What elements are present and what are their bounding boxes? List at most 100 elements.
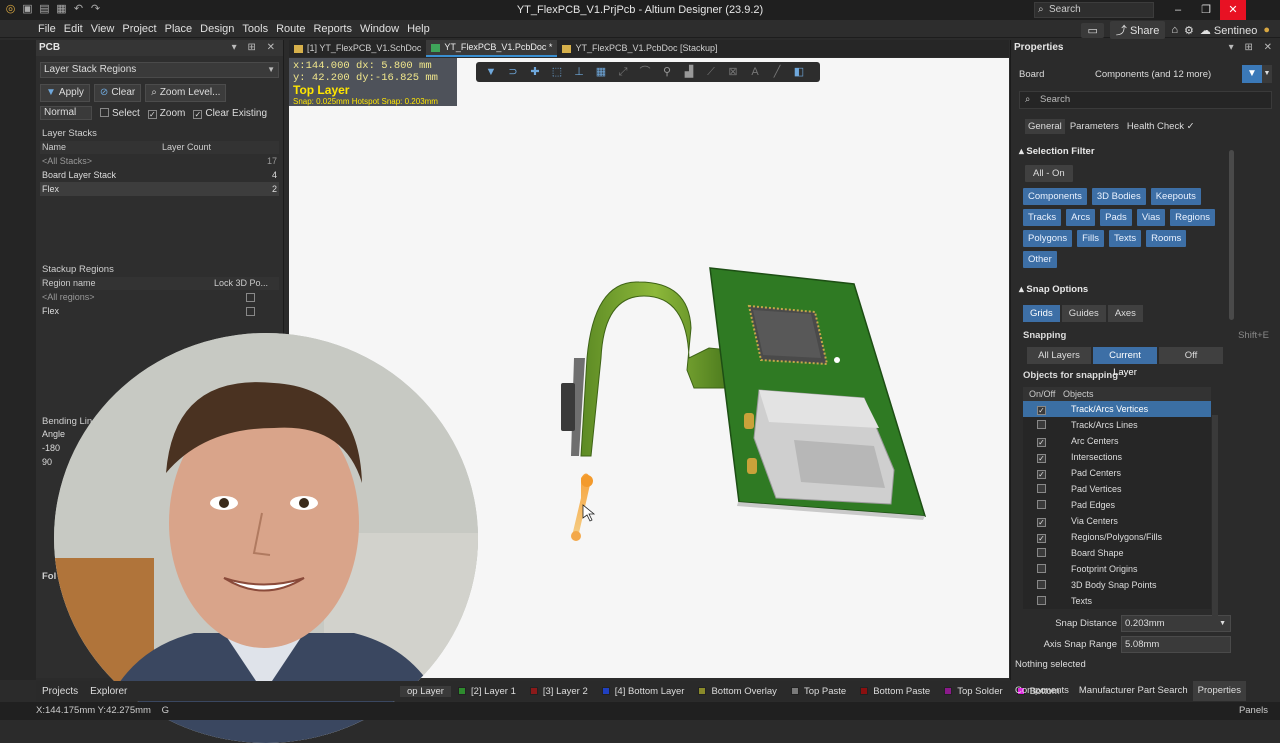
- checkbox-unchecked[interactable]: [1023, 497, 1063, 513]
- settings-icon[interactable]: ⚙: [1184, 24, 1194, 37]
- snap-axes-button[interactable]: Axes: [1107, 305, 1143, 322]
- home-icon[interactable]: ⌂: [1171, 24, 1178, 36]
- snap-object-row[interactable]: Footprint Origins: [1023, 561, 1211, 577]
- filter-components[interactable]: Components: [1023, 188, 1087, 205]
- restore-button[interactable]: ❐: [1192, 0, 1220, 20]
- tab-health-check[interactable]: Health Check ✓: [1124, 119, 1198, 134]
- tab-stackup[interactable]: YT_FlexPCB_V1.PcbDoc [Stackup]: [557, 40, 722, 57]
- table-row[interactable]: <All regions>: [40, 290, 279, 304]
- menu-edit[interactable]: Edit: [60, 22, 87, 36]
- table-row[interactable]: Flex 2: [40, 182, 279, 196]
- snap-object-row[interactable]: ✓ Via Centers: [1023, 513, 1211, 529]
- menu-project[interactable]: Project: [118, 22, 160, 36]
- snap-object-row[interactable]: 3D Body Snap Points: [1023, 577, 1211, 593]
- tab-explorer[interactable]: Explorer: [84, 686, 133, 697]
- layer-tab[interactable]: Top Paste: [784, 686, 853, 697]
- table-row[interactable]: Flex: [40, 304, 279, 318]
- global-search-input[interactable]: ⌕ Search: [1034, 2, 1154, 18]
- snap-all-layers-button[interactable]: All Layers: [1027, 347, 1091, 364]
- snap-object-row[interactable]: Pad Vertices: [1023, 481, 1211, 497]
- interactive-route-icon[interactable]: ⤢: [614, 65, 632, 79]
- checkbox-unchecked[interactable]: [1023, 545, 1063, 561]
- select-checkbox[interactable]: Select: [100, 107, 140, 119]
- filter-vias[interactable]: Vias: [1136, 209, 1166, 226]
- highlight-mode-select[interactable]: Normal: [40, 106, 92, 120]
- checkbox-unchecked[interactable]: [1023, 577, 1063, 593]
- filter-button[interactable]: ▼: [1242, 65, 1262, 83]
- user-menu[interactable]: ☁ Sentineo: [1200, 24, 1258, 37]
- menu-view[interactable]: View: [87, 22, 119, 36]
- menu-design[interactable]: Design: [196, 22, 238, 36]
- filter-arcs[interactable]: Arcs: [1066, 209, 1096, 226]
- layer-tab[interactable]: Bottom Paste: [853, 686, 937, 697]
- menu-route[interactable]: Route: [272, 22, 309, 36]
- filter-texts[interactable]: Texts: [1108, 230, 1142, 247]
- filter-tracks[interactable]: Tracks: [1023, 209, 1062, 226]
- zoom-checkbox[interactable]: ✓ Zoom: [147, 108, 185, 119]
- checkbox-checked[interactable]: ✓: [1023, 513, 1063, 529]
- tab-projects[interactable]: Projects: [36, 686, 84, 697]
- checkbox-checked[interactable]: ✓: [1023, 529, 1063, 545]
- checkbox-unchecked[interactable]: [1023, 593, 1063, 609]
- panels-button[interactable]: Panels: [1239, 702, 1268, 720]
- filter-polygons[interactable]: Polygons: [1023, 230, 1073, 247]
- checkbox-checked[interactable]: ✓: [1023, 401, 1063, 417]
- snap-object-row[interactable]: ✓ Intersections: [1023, 449, 1211, 465]
- snap-list-scrollbar[interactable]: [1212, 415, 1218, 620]
- zoom-level-button[interactable]: ⌕ Zoom Level...: [145, 84, 227, 102]
- tab-general[interactable]: General: [1025, 119, 1065, 134]
- measure-icon[interactable]: ⊠: [724, 65, 742, 79]
- layer-tab[interactable]: op Layer: [400, 685, 451, 697]
- select-rect-icon[interactable]: ⬚: [548, 65, 566, 79]
- checkbox-unchecked[interactable]: [1023, 561, 1063, 577]
- panel-controls[interactable]: ▾ ⊞ ✕: [1229, 40, 1276, 56]
- filter-3d-bodies[interactable]: 3D Bodies: [1091, 188, 1146, 205]
- apply-button[interactable]: ▼ Apply: [40, 84, 90, 102]
- snap-object-row[interactable]: ✓ Regions/Polygons/Fills: [1023, 529, 1211, 545]
- layer-tab[interactable]: Top Solder: [937, 686, 1009, 697]
- clear-button[interactable]: ⊘ Clear: [93, 84, 142, 102]
- layer-tab[interactable]: Bottom Overlay: [691, 686, 783, 697]
- filter-keepouts[interactable]: Keepouts: [1150, 188, 1201, 205]
- layer-tab[interactable]: [3] Layer 2: [523, 686, 595, 697]
- layer-tab[interactable]: [4] Bottom Layer: [595, 686, 692, 697]
- checkbox-unchecked[interactable]: [1023, 481, 1063, 497]
- snap-options-heading[interactable]: ▴ Snap Options: [1019, 284, 1280, 295]
- clear-existing-checkbox[interactable]: ✓ Clear Existing: [193, 108, 267, 119]
- filter-regions[interactable]: Regions: [1170, 209, 1215, 226]
- minimize-button[interactable]: –: [1164, 0, 1192, 20]
- 3d-body-icon[interactable]: ◧: [790, 65, 808, 79]
- tab-components[interactable]: Components: [1010, 681, 1074, 701]
- checkbox-checked[interactable]: ✓: [1023, 433, 1063, 449]
- tab-parameters[interactable]: Parameters: [1067, 119, 1122, 134]
- menu-reports[interactable]: Reports: [309, 22, 356, 36]
- table-row[interactable]: <All Stacks> 17: [40, 154, 279, 168]
- checkbox-unchecked[interactable]: [1023, 417, 1063, 433]
- line-icon[interactable]: ╱: [768, 65, 786, 79]
- all-on-button[interactable]: All - On: [1025, 165, 1073, 182]
- snap-guides-button[interactable]: Guides: [1061, 305, 1106, 322]
- close-button[interactable]: ✕: [1220, 0, 1246, 20]
- snap-grids-button[interactable]: Grids: [1023, 305, 1060, 322]
- filter-other[interactable]: Other: [1023, 251, 1057, 268]
- menu-place[interactable]: Place: [161, 22, 197, 36]
- table-row[interactable]: Board Layer Stack 4: [40, 168, 279, 182]
- pcb-mode-select[interactable]: Layer Stack Regions ▼: [40, 62, 279, 78]
- avatar[interactable]: ●: [1263, 24, 1270, 36]
- snap-object-row[interactable]: ✓ Track/Arcs Vertices: [1023, 401, 1211, 417]
- chevron-down-icon[interactable]: ▼: [1262, 65, 1272, 83]
- axis-snap-input[interactable]: 5.08mm: [1121, 636, 1231, 653]
- tab-properties[interactable]: Properties: [1192, 681, 1246, 701]
- snap-object-row[interactable]: ✓ Pad Centers: [1023, 465, 1211, 481]
- snap-current-layer-button[interactable]: Current Layer: [1093, 347, 1157, 378]
- snap-object-row[interactable]: Track/Arcs Lines: [1023, 417, 1211, 433]
- properties-scrollbar[interactable]: [1229, 150, 1234, 320]
- menu-file[interactable]: File: [34, 22, 60, 36]
- panel-controls[interactable]: ▾ ⊞ ✕: [232, 40, 279, 56]
- route-icon[interactable]: ⊃: [504, 65, 522, 79]
- tab-pcbdoc[interactable]: YT_FlexPCB_V1.PcbDoc *: [426, 40, 558, 57]
- layer-tab[interactable]: [2] Layer 1: [451, 686, 523, 697]
- component-icon[interactable]: ⊥: [570, 65, 588, 79]
- properties-search-input[interactable]: ⌕ Search: [1019, 91, 1272, 109]
- snap-off-button[interactable]: Off: [1159, 347, 1223, 364]
